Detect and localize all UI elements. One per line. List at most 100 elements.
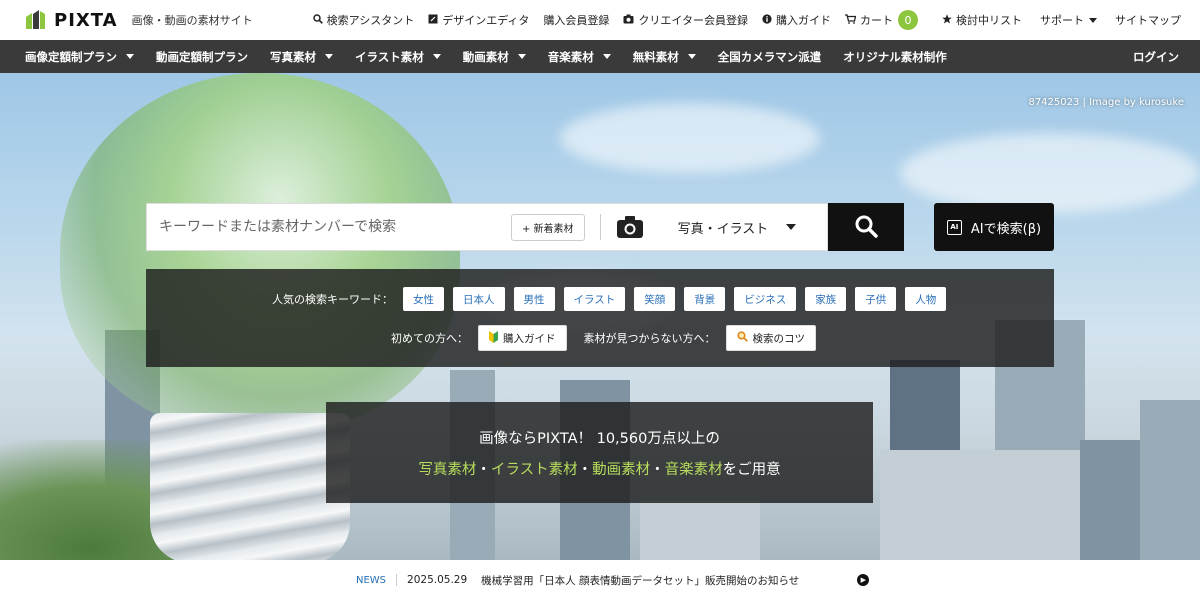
ai-search-button[interactable]: AI AIで検索(β): [934, 203, 1054, 251]
support-link[interactable]: サポート: [1033, 12, 1104, 28]
not-found-label: 素材が見つからない方へ：: [583, 332, 716, 345]
cart-label: カート: [860, 14, 893, 27]
promo-item: イラスト素材: [490, 462, 578, 478]
cart-count-badge: 0: [898, 10, 918, 30]
search-button[interactable]: [828, 203, 904, 251]
purchase-guide-button[interactable]: 購入ガイド: [478, 325, 567, 351]
creator-register-link[interactable]: クリエイター会員登録: [616, 12, 755, 28]
news-date: 2025.05.29: [407, 574, 468, 586]
search-box: + 新着素材 写真・イラスト: [146, 203, 828, 251]
logo[interactable]: PIXTA: [24, 9, 118, 31]
buyer-register-link[interactable]: 購入会員登録: [536, 12, 616, 28]
promo-separator: ・: [476, 462, 491, 478]
purchase-guide-label: 購入ガイド: [776, 14, 831, 27]
category-selected-label: 写真・イラスト: [677, 221, 769, 237]
chevron-right-icon[interactable]: ▶: [857, 574, 870, 586]
wishlist-label: 検討中リスト: [956, 14, 1022, 27]
chevron-down-icon: [517, 54, 526, 59]
help-row: 初めての方へ： 購入ガイド 素材が見つからない方へ： 検索のコツ: [391, 325, 825, 351]
support-label: サポート: [1040, 14, 1084, 27]
ai-icon: AI: [946, 219, 962, 235]
chevron-down-icon: [126, 54, 134, 59]
nav-free[interactable]: 無料素材: [622, 49, 707, 65]
nav-label: オリジナル素材制作: [843, 49, 947, 64]
keyword-chip[interactable]: 人物: [905, 287, 947, 311]
promo-item: 写真素材: [418, 462, 477, 478]
nav-image-plan[interactable]: 画像定額制プラン: [14, 49, 145, 65]
chevron-down-icon: [786, 224, 797, 230]
purchase-guide-button-label: 購入ガイド: [503, 332, 556, 345]
cart-icon: [845, 13, 857, 27]
chevron-down-icon: [1089, 17, 1097, 23]
nav-label: イラスト素材: [355, 49, 424, 64]
keyword-chip[interactable]: 日本人: [453, 287, 505, 311]
hero-content: + 新着素材 写真・イラスト AI AIで検索(β) 人気の検索キーワード： 女…: [0, 73, 1200, 560]
logo-text: PIXTA: [54, 9, 118, 31]
nav-original[interactable]: オリジナル素材制作: [832, 49, 958, 65]
sitemap-link[interactable]: サイトマップ: [1108, 12, 1188, 28]
search-input[interactable]: [159, 207, 511, 247]
edit-icon: [428, 14, 438, 27]
promo-banner: 画像ならPIXTA！ 10,560万点以上の 写真素材・イラスト素材・動画素材・…: [326, 402, 873, 503]
keyword-chip[interactable]: 子供: [855, 287, 897, 311]
promo-suffix: をご用意: [722, 462, 781, 478]
keyword-chip[interactable]: 笑顔: [634, 287, 676, 311]
nav-label: 音楽素材: [547, 49, 594, 64]
nav-video-plan[interactable]: 動画定額制プラン: [145, 49, 259, 65]
first-time-label: 初めての方へ：: [391, 332, 468, 345]
keyword-chip[interactable]: 家族: [805, 287, 847, 311]
buyer-register-label: 購入会員登録: [543, 14, 610, 27]
pixta-logo-icon: [24, 9, 46, 31]
keyword-chip[interactable]: ビジネス: [734, 287, 797, 311]
nav-label: 全国カメラマン派遣: [717, 49, 822, 64]
search-icon: [854, 214, 878, 241]
top-header: PIXTA 画像・動画の素材サイト 検索アシスタント デザインエディタ 購入会員…: [0, 0, 1200, 40]
creator-register-label: クリエイター会員登録: [638, 14, 748, 27]
cart-link[interactable]: カート 0: [838, 10, 925, 30]
chevron-down-icon: [432, 54, 441, 59]
chevron-down-icon: [325, 54, 333, 59]
login-link[interactable]: ログイン: [1122, 49, 1190, 65]
sitemap-label: サイトマップ: [1115, 14, 1181, 27]
nav-illustration[interactable]: イラスト素材: [344, 49, 452, 65]
news-label: NEWS: [356, 574, 387, 586]
wishlist-link[interactable]: 検討中リスト: [935, 12, 1029, 28]
nav-label: 動画素材: [462, 49, 509, 64]
search-tips-button[interactable]: 検索のコツ: [725, 325, 816, 351]
promo-subline: 写真素材・イラスト素材・動画素材・音楽素材をご用意: [326, 458, 873, 479]
search-tips-button-label: 検索のコツ: [752, 332, 806, 345]
tagline: 画像・動画の素材サイト: [131, 14, 253, 27]
search-assistant-link[interactable]: 検索アシスタント: [306, 12, 422, 28]
keyword-chip[interactable]: イラスト: [563, 287, 626, 311]
magnifier-icon: [736, 331, 748, 345]
nav-photo[interactable]: 写真素材: [259, 49, 344, 65]
popular-keywords-row: 人気の検索キーワード： 女性 日本人 男性 イラスト 笑顔 背景 ビジネス 家族…: [272, 287, 955, 311]
ai-search-label: AIで検索(β): [970, 221, 1042, 237]
promo-item: 音楽素材: [664, 462, 723, 478]
camera-search-icon[interactable]: [616, 215, 644, 239]
news-bar: NEWS 2025.05.29 機械学習用「日本人 顔表情動画データセット」販売…: [0, 560, 1200, 600]
keyword-panel: 人気の検索キーワード： 女性 日本人 男性 イラスト 笑顔 背景 ビジネス 家族…: [146, 269, 1054, 367]
keyword-chip[interactable]: 男性: [513, 287, 555, 311]
category-select[interactable]: 写真・イラスト: [678, 218, 797, 237]
new-items-button[interactable]: + 新着素材: [511, 213, 585, 241]
news-headline-link[interactable]: 機械学習用「日本人 顔表情動画データセット」販売開始のお知らせ: [481, 573, 799, 588]
promo-item: 動画素材: [592, 462, 651, 478]
camera-icon: [623, 14, 634, 27]
nav-label: 写真素材: [270, 49, 316, 64]
nav-music[interactable]: 音楽素材: [537, 49, 622, 65]
star-icon: [942, 13, 952, 27]
beginner-mark-icon: [489, 330, 498, 346]
popular-keywords-label: 人気の検索キーワード：: [272, 293, 393, 306]
keyword-chip[interactable]: 背景: [684, 287, 726, 311]
purchase-guide-link[interactable]: 購入ガイド: [755, 12, 838, 28]
design-editor-label: デザインエディタ: [442, 14, 530, 27]
keyword-chip[interactable]: 女性: [403, 287, 444, 311]
nav-label: 動画定額制プラン: [156, 49, 248, 64]
search-assistant-label: 検索アシスタント: [326, 14, 415, 27]
promo-separator: ・: [650, 462, 665, 478]
nav-video[interactable]: 動画素材: [452, 49, 537, 65]
design-editor-link[interactable]: デザインエディタ: [421, 12, 536, 28]
divider: [396, 574, 398, 586]
nav-photographer[interactable]: 全国カメラマン派遣: [707, 49, 833, 65]
